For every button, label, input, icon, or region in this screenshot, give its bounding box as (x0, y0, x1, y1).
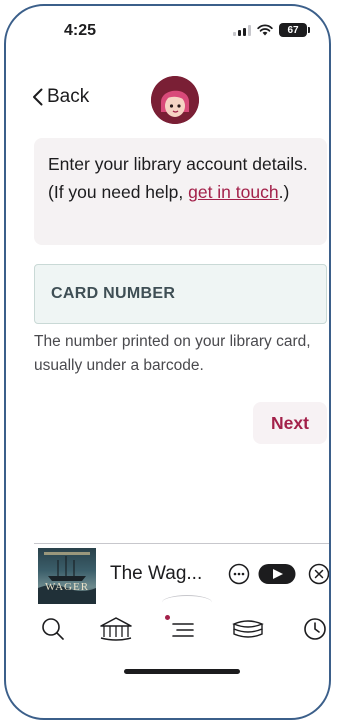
card-number-input[interactable]: CARD NUMBER (34, 264, 327, 324)
mini-player[interactable]: WAGER The Wag... (34, 543, 330, 604)
book-cover: WAGER (38, 548, 96, 604)
play-button-icon[interactable] (258, 563, 296, 585)
ship-illustration-icon (38, 552, 96, 604)
status-icons: 67 (233, 23, 310, 37)
back-label: Back (47, 86, 90, 107)
battery-level: 67 (287, 24, 299, 36)
battery-icon: 67 (279, 23, 310, 37)
nav-bar: Back (6, 74, 329, 124)
more-options-icon[interactable] (228, 563, 250, 585)
libby-face-icon (151, 76, 199, 124)
menu-icon[interactable] (168, 615, 198, 643)
status-time: 4:25 (64, 22, 97, 39)
next-button[interactable]: Next (253, 402, 327, 444)
back-button[interactable]: Back (32, 86, 89, 108)
tab-bar-notch (162, 595, 212, 610)
close-icon[interactable] (308, 563, 330, 585)
cover-title: WAGER (44, 581, 90, 593)
wifi-icon (257, 24, 273, 36)
get-in-touch-link[interactable]: get in touch (188, 182, 278, 202)
search-icon[interactable] (38, 615, 68, 643)
player-book-title: The Wag... (110, 563, 203, 584)
tab-bar (34, 595, 330, 643)
library-icon[interactable] (98, 615, 134, 643)
cellular-signal-icon (233, 24, 251, 36)
status-bar: 4:25 67 (6, 6, 329, 50)
card-number-hint: The number printed on your library card,… (34, 333, 311, 374)
info-text-end: .) (278, 182, 290, 202)
history-icon[interactable] (300, 615, 330, 643)
phone-frame: 4:25 67 Back Enter your library account … (4, 4, 331, 720)
chevron-left-icon (33, 88, 43, 106)
account-info-box: Enter your library account details. (If … (34, 138, 327, 245)
libby-logo (151, 76, 199, 124)
books-icon[interactable] (230, 615, 266, 643)
card-number-label: CARD NUMBER (51, 285, 176, 302)
home-indicator[interactable] (124, 669, 240, 674)
